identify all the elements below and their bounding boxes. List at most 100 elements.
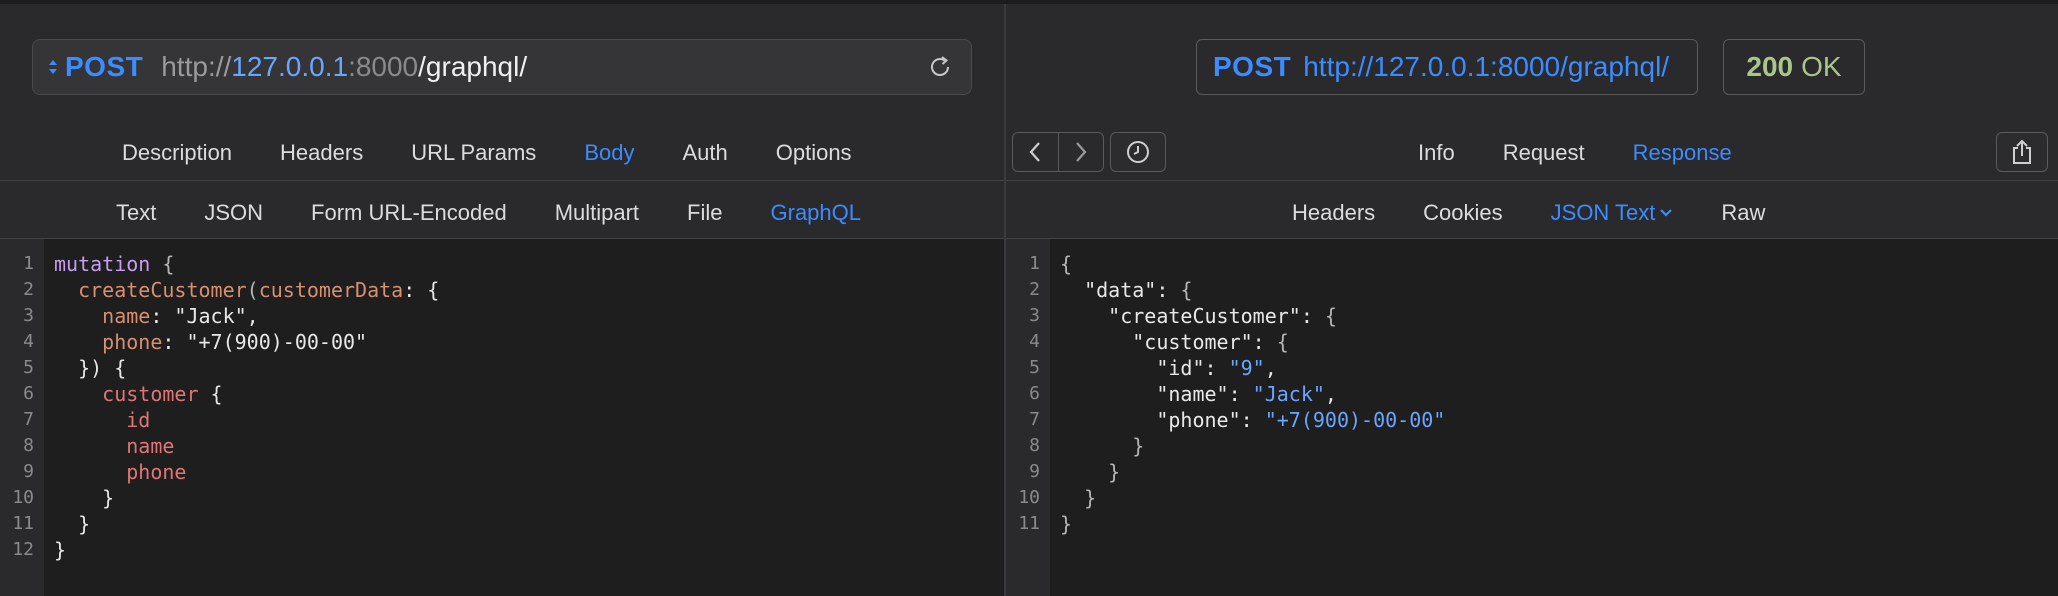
tab-form-url-encoded[interactable]: Form URL-Encoded xyxy=(311,200,507,226)
request-method[interactable]: POST xyxy=(65,51,143,83)
chevron-right-icon[interactable] xyxy=(1057,133,1104,171)
tab-url-params[interactable]: URL Params xyxy=(411,140,536,166)
tab-request[interactable]: Request xyxy=(1503,140,1585,166)
code-token: "name": xyxy=(1060,382,1253,406)
code-line: "createCustomer": { xyxy=(1060,303,1445,329)
code-token: "createCustomer": xyxy=(1060,304,1325,328)
history-nav xyxy=(1012,132,1104,172)
code-line: mutation { xyxy=(54,251,439,277)
tab-multipart[interactable]: Multipart xyxy=(555,200,639,226)
code-line: "id": "9", xyxy=(1060,355,1445,381)
line-number: 7 xyxy=(23,409,34,430)
line-number: 2 xyxy=(1029,279,1040,300)
request-url[interactable]: http://127.0.0.1:8000/graphql/ xyxy=(161,51,527,83)
body-type-tabs: Text JSON Form URL-Encoded Multipart File Gra… xyxy=(116,198,861,228)
code-line: } xyxy=(1060,485,1445,511)
tab-graphql[interactable]: GraphQL xyxy=(771,200,862,226)
line-number: 4 xyxy=(23,331,34,352)
code-token: "id": xyxy=(1060,356,1229,380)
code-token: { xyxy=(198,382,223,406)
code-token: { xyxy=(1324,304,1337,328)
code-token: }) { xyxy=(54,356,127,380)
code-line: } xyxy=(54,537,439,563)
code-line: "customer": { xyxy=(1060,329,1445,355)
tab-json[interactable]: JSON xyxy=(204,200,263,226)
line-number: 5 xyxy=(1029,357,1040,378)
tab-description[interactable]: Description xyxy=(122,140,232,166)
line-number: 6 xyxy=(1029,383,1040,404)
code-line: id xyxy=(54,407,439,433)
response-body-viewer[interactable]: 1 2 3 4 5 6 7 8 9 10 11 { "data": { "createCustome… xyxy=(1006,239,2058,596)
chevron-left-icon[interactable] xyxy=(1013,133,1058,171)
request-body-editor[interactable]: 1 2 3 4 5 6 7 8 9 10 11 12 mutation { createCustome… xyxy=(0,239,1004,596)
url-port: 8000 xyxy=(355,51,419,82)
code-token: "9" xyxy=(1228,356,1265,380)
tab-headers[interactable]: Headers xyxy=(1292,200,1375,226)
line-number: 7 xyxy=(1029,409,1040,430)
tab-auth[interactable]: Auth xyxy=(682,140,727,166)
code-token: } xyxy=(1060,434,1145,458)
share-icon xyxy=(2013,139,2031,164)
line-number: 8 xyxy=(1029,435,1040,456)
line-number: 12 xyxy=(12,539,34,560)
code-line: { xyxy=(1060,251,1445,277)
response-method: POST xyxy=(1213,51,1292,82)
reload-icon[interactable] xyxy=(925,52,955,82)
code-line: name: "Jack", xyxy=(54,303,439,329)
code-token: name xyxy=(126,434,175,458)
request-url-bar[interactable]: POST http://127.0.0.1:8000/graphql/ xyxy=(32,39,972,95)
line-number: 10 xyxy=(1018,487,1040,508)
code-token: { xyxy=(1060,252,1073,276)
code-token: phone xyxy=(102,330,163,354)
tab-text[interactable]: Text xyxy=(116,200,156,226)
response-url: http://127.0.0.1:8000/graphql/ xyxy=(1303,51,1670,82)
divider xyxy=(1006,180,2058,181)
tab-response[interactable]: Response xyxy=(1633,140,1732,166)
code-token: } xyxy=(54,486,115,510)
code-token: id xyxy=(126,408,151,432)
code-line: } xyxy=(1060,433,1445,459)
response-request-summary: POST http://127.0.0.1:8000/graphql/ xyxy=(1196,39,1698,95)
code-line: } xyxy=(1060,459,1445,485)
line-number: 11 xyxy=(1018,513,1040,534)
tab-headers[interactable]: Headers xyxy=(280,140,363,166)
tab-json-text[interactable]: JSON Text xyxy=(1551,200,1656,226)
code-token: } xyxy=(1060,486,1097,510)
code-token: "customer": xyxy=(1060,330,1277,354)
url-host: 127.0.0.1 xyxy=(231,51,349,82)
graphql-code[interactable]: mutation { createCustomer(customerData: … xyxy=(54,251,439,563)
code-token: ( xyxy=(246,278,259,302)
line-number: 2 xyxy=(23,279,34,300)
code-token: } xyxy=(54,512,91,536)
line-number: 6 xyxy=(23,383,34,404)
line-number: 11 xyxy=(12,513,34,534)
json-response[interactable]: { "data": { "createCustomer": { "custome… xyxy=(1060,251,1445,537)
code-token: } xyxy=(54,538,67,562)
code-token: phone xyxy=(126,460,187,484)
tab-body[interactable]: Body xyxy=(584,140,634,166)
tab-cookies[interactable]: Cookies xyxy=(1423,200,1502,226)
status-badge: 200 OK xyxy=(1723,39,1865,95)
status-text: OK xyxy=(1801,51,1842,82)
up-down-arrows-icon[interactable] xyxy=(47,58,59,76)
code-token: { xyxy=(1276,330,1289,354)
code-token: customer xyxy=(102,382,199,406)
history-button[interactable] xyxy=(1110,132,1166,172)
code-token: { xyxy=(150,252,175,276)
line-number: 4 xyxy=(1029,331,1040,352)
code-token: "data": xyxy=(1060,278,1181,302)
status-code: 200 xyxy=(1746,51,1794,82)
tab-options[interactable]: Options xyxy=(776,140,852,166)
code-line: } xyxy=(54,485,439,511)
line-number: 3 xyxy=(1029,305,1040,326)
tab-info[interactable]: Info xyxy=(1418,140,1455,166)
share-button[interactable] xyxy=(1996,132,2048,172)
chevron-down-icon[interactable] xyxy=(1659,208,1673,218)
code-line: createCustomer(customerData: { xyxy=(54,277,439,303)
tab-file[interactable]: File xyxy=(687,200,722,226)
tab-raw[interactable]: Raw xyxy=(1721,200,1765,226)
